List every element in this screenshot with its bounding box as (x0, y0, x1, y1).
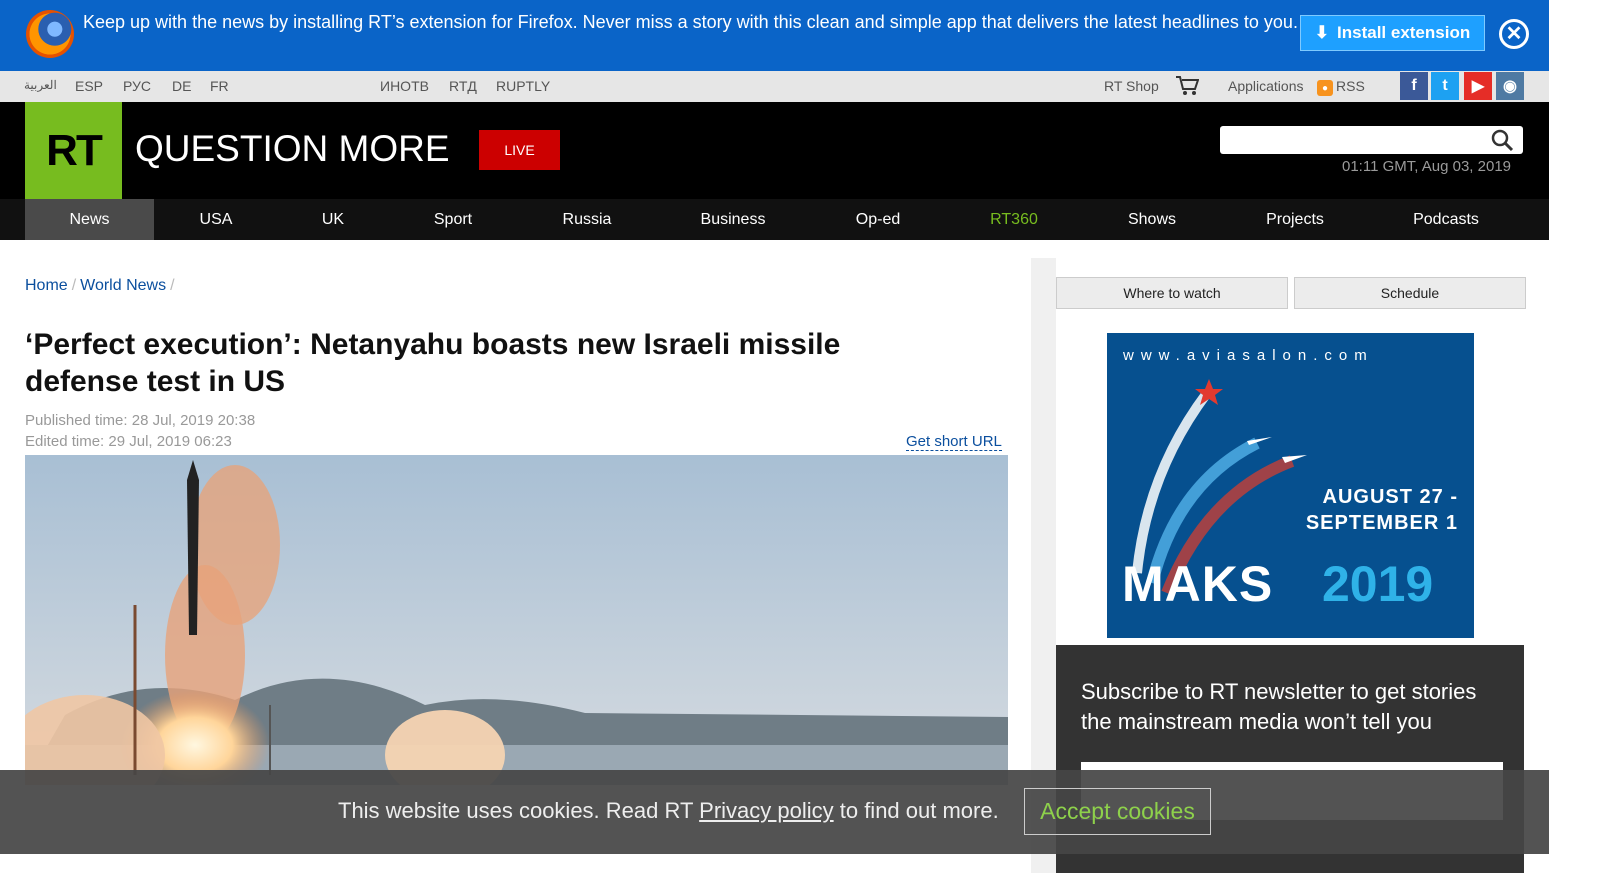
banner-text: Keep up with the news by installing RT’s… (83, 12, 1298, 32)
nav-rt360[interactable]: RT360 (970, 199, 1058, 240)
cookie-text-after: to find out more. (833, 798, 999, 823)
article-hero-image (25, 455, 1008, 785)
lang-fr[interactable]: FR (210, 78, 229, 94)
edited-time: Edited time: 29 Jul, 2019 06:23 (25, 433, 232, 450)
schedule-button[interactable]: Schedule (1294, 277, 1526, 309)
cookie-text-before: This website uses cookies. Read RT (338, 798, 700, 823)
close-icon[interactable]: ✕ (1499, 19, 1529, 49)
newsletter-heading: Subscribe to RT newsletter to get storie… (1081, 679, 1477, 734)
cookie-message: This website uses cookies. Read RT Priva… (338, 798, 999, 824)
lang-arabic[interactable]: العربية (24, 78, 57, 92)
search-input[interactable] (1220, 126, 1523, 154)
breadcrumb: Home / World News / (25, 277, 175, 294)
nav-usa[interactable]: USA (176, 199, 256, 240)
firefox-icon (26, 10, 74, 58)
ad-dates: AUGUST 27 - SEPTEMBER 1 (1290, 484, 1458, 536)
nav-podcasts[interactable]: Podcasts (1400, 199, 1492, 240)
twitter-icon[interactable]: t (1431, 72, 1459, 100)
nav-news[interactable]: News (25, 199, 154, 240)
search-icon[interactable] (1490, 128, 1514, 152)
youtube-icon[interactable]: ▶ (1464, 72, 1492, 100)
ad-url: www.aviasalon.com (1123, 347, 1374, 364)
nav-business[interactable]: Business (688, 199, 778, 240)
lang-rus[interactable]: РУС (123, 78, 151, 94)
ad-event-name: MAKS (1122, 556, 1274, 612)
rt-shop-link[interactable]: RT Shop (1104, 78, 1159, 94)
instagram-icon[interactable]: ◉ (1496, 72, 1524, 100)
live-button[interactable]: LIVE (479, 130, 560, 170)
ad-dates-line2: SEPTEMBER 1 (1305, 512, 1458, 534)
facebook-icon[interactable]: f (1400, 72, 1428, 100)
network-ruptly[interactable]: RUPTLY (496, 78, 550, 94)
install-extension-button[interactable]: ⬇ Install extension (1300, 15, 1485, 51)
article-title: ‘Perfect execution’: Netanyahu boasts ne… (25, 328, 841, 398)
nav-projects[interactable]: Projects (1250, 199, 1340, 240)
cart-icon[interactable] (1175, 75, 1199, 97)
network-rtd[interactable]: RTД (449, 78, 477, 94)
install-extension-label: Install extension (1337, 23, 1471, 42)
breadcrumb-home[interactable]: Home (25, 277, 68, 294)
ad-dates-line1: AUGUST 27 - (1322, 486, 1458, 508)
site-tagline: QUESTION MORE (135, 128, 450, 169)
nav-russia[interactable]: Russia (545, 199, 629, 240)
nav-shows[interactable]: Shows (1110, 199, 1194, 240)
nav-sport[interactable]: Sport (413, 199, 493, 240)
nav-uk[interactable]: UK (300, 199, 366, 240)
published-time: Published time: 28 Jul, 2019 20:38 (25, 412, 256, 429)
applications-link[interactable]: Applications (1228, 78, 1304, 94)
current-datetime: 01:11 GMT, Aug 03, 2019 (1342, 158, 1512, 175)
rss-link[interactable]: RSS (1336, 78, 1365, 94)
lang-de[interactable]: DE (172, 78, 191, 94)
download-arrow-icon: ⬇ (1314, 23, 1330, 42)
rss-icon[interactable]: ● (1317, 80, 1333, 96)
where-to-watch-button[interactable]: Where to watch (1056, 277, 1288, 309)
breadcrumb-world-news[interactable]: World News (80, 277, 166, 294)
privacy-policy-link[interactable]: Privacy policy (699, 798, 833, 823)
accept-cookies-button[interactable]: Accept cookies (1024, 788, 1211, 835)
ad-event-year: 2019 (1322, 556, 1434, 612)
network-inotv[interactable]: ИНОТВ (380, 78, 429, 94)
nav-op-ed[interactable]: Op-ed (838, 199, 918, 240)
get-short-url-link[interactable]: Get short URL (906, 433, 1002, 451)
lang-esp[interactable]: ESP (75, 78, 103, 94)
rt-logo[interactable]: RT (25, 102, 122, 199)
